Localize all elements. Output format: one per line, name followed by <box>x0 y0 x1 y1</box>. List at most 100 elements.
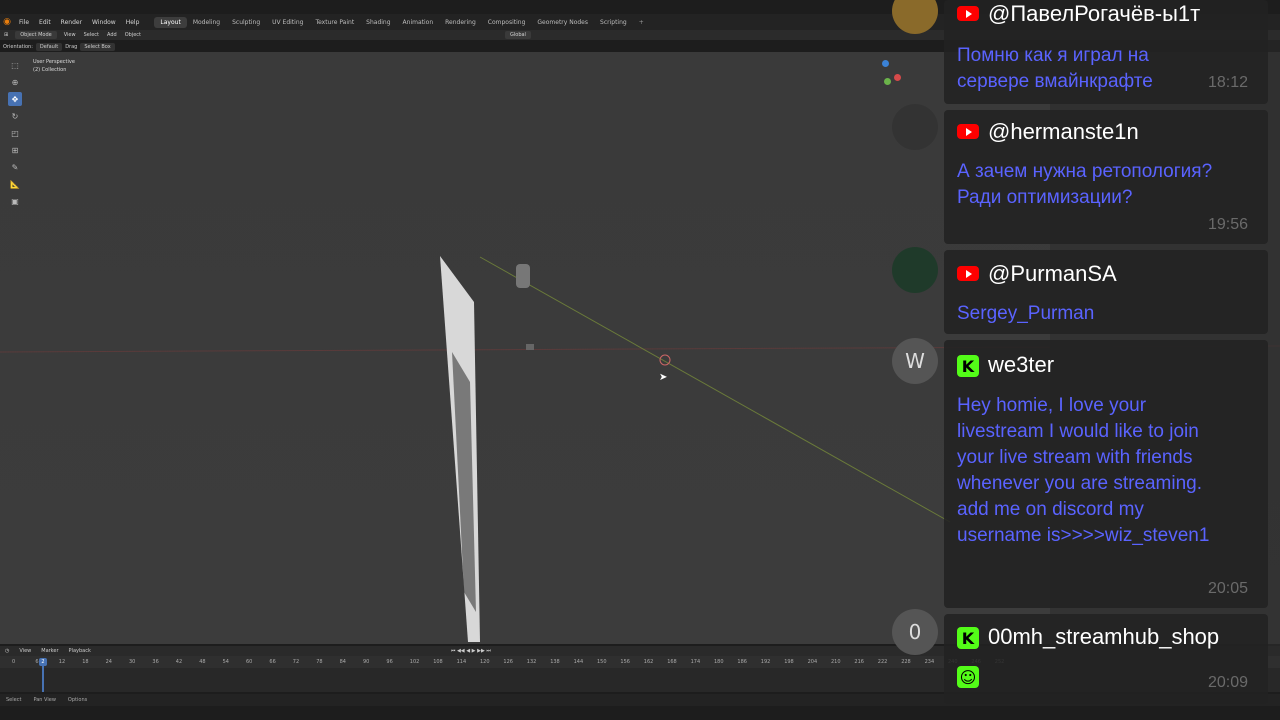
frame-tick-label: 30 <box>129 659 136 665</box>
frame-tick-label: 42 <box>175 659 183 665</box>
chat-text: А зачем нужна ретопология? Ради оптимиза… <box>957 161 1213 208</box>
editor-type-icon[interactable]: ⊞ <box>0 32 12 38</box>
frame-tick-label: 216 <box>854 659 864 665</box>
frame-tick-label: 0 <box>12 659 16 665</box>
emote-icon: ☺ <box>957 666 979 688</box>
menu-add[interactable]: Add <box>103 32 121 38</box>
add-cube-icon[interactable]: ▣ <box>8 194 22 208</box>
avatar <box>892 247 938 293</box>
timeline-marker-menu[interactable]: Marker <box>36 648 63 654</box>
camera-object <box>516 264 530 288</box>
frame-tick-label: 90 <box>363 659 370 665</box>
chat-time: 18:12 <box>1208 74 1249 91</box>
frame-tick-label: 120 <box>480 659 490 665</box>
tab-animation[interactable]: Animation <box>397 17 440 28</box>
move-tool-icon[interactable]: ✥ <box>8 92 22 106</box>
status-pan: Pan View <box>33 697 56 703</box>
current-frame-indicator[interactable]: 2 <box>39 658 47 666</box>
tab-shading[interactable]: Shading <box>360 17 396 28</box>
frame-tick-label: 156 <box>620 659 630 665</box>
frame-tick-label: 180 <box>714 659 724 665</box>
drag-label: Drag <box>65 44 78 50</box>
frame-tick-label: 234 <box>924 659 935 665</box>
tool-settings-bar: Orientation: Default Drag Select Box <box>0 42 420 52</box>
frame-tick-label: 66 <box>269 659 276 665</box>
timeline-view-menu[interactable]: View <box>14 648 36 654</box>
cursor-tool-icon[interactable]: ⊕ <box>8 75 22 89</box>
tab-compositing[interactable]: Compositing <box>482 17 532 28</box>
blender-logo-icon[interactable]: ◉ <box>0 15 14 29</box>
transform-tool-icon[interactable]: ⊞ <box>8 143 22 157</box>
frame-tick-label: 54 <box>222 659 229 665</box>
rotate-tool-icon[interactable]: ↻ <box>8 109 22 123</box>
youtube-icon <box>957 266 979 281</box>
frame-tick-label: 198 <box>784 659 794 665</box>
frame-tick-label: 78 <box>316 659 323 665</box>
timeline-editor-icon[interactable]: ◷ <box>0 648 14 654</box>
tab-geometry-nodes[interactable]: Geometry Nodes <box>531 17 594 28</box>
frame-tick-label: 96 <box>386 659 393 665</box>
scale-tool-icon[interactable]: ◰ <box>8 126 22 140</box>
playback-controls[interactable]: ⏮ ◀◀ ◀ ▶ ▶▶ ⏭ <box>446 648 496 654</box>
frame-tick-label: 210 <box>831 659 841 665</box>
light-object <box>526 344 534 350</box>
tab-modeling[interactable]: Modeling <box>187 17 226 28</box>
status-select: Select <box>6 697 22 703</box>
frame-tick-label: 204 <box>807 659 818 665</box>
z-axis-icon[interactable] <box>882 60 889 67</box>
frame-tick-label: 162 <box>643 659 654 665</box>
x-axis-icon[interactable] <box>894 74 901 81</box>
avatar <box>892 104 938 150</box>
menu-view[interactable]: View <box>60 32 80 38</box>
3d-cursor <box>659 354 671 366</box>
frame-tick-label: 12 <box>58 659 66 665</box>
menu-window[interactable]: Window <box>87 19 121 26</box>
frame-tick-label: 48 <box>199 659 206 665</box>
frame-tick-label: 18 <box>82 659 89 665</box>
tab-sculpting[interactable]: Sculpting <box>226 17 266 28</box>
select-box-icon[interactable]: ⬚ <box>8 58 22 72</box>
frame-tick-label: 138 <box>550 659 560 665</box>
y-axis-icon[interactable] <box>884 78 891 85</box>
timeline-playback-menu[interactable]: Playback <box>64 648 96 654</box>
chat-username: we3ter <box>988 352 1055 377</box>
orientation-label: Orientation: <box>3 44 33 50</box>
tab-texture-paint[interactable]: Texture Paint <box>309 17 360 28</box>
kick-icon: K <box>957 355 979 377</box>
orientation-dropdown[interactable]: Default <box>35 43 63 51</box>
frame-tick-label: 168 <box>667 659 677 665</box>
menu-file[interactable]: File <box>14 19 34 26</box>
annotate-tool-icon[interactable]: ✎ <box>8 160 22 174</box>
playhead-line <box>42 666 44 692</box>
frame-tick-label: 24 <box>105 659 112 665</box>
measure-tool-icon[interactable]: 📐 <box>8 177 22 191</box>
tab-uv-editing[interactable]: UV Editing <box>266 17 309 28</box>
menu-edit[interactable]: Edit <box>34 19 56 26</box>
menu-render[interactable]: Render <box>56 19 87 26</box>
mode-dropdown[interactable]: Object Mode <box>15 31 57 39</box>
frame-tick-label: 192 <box>760 659 771 665</box>
menu-select[interactable]: Select <box>80 32 103 38</box>
tab-scripting[interactable]: Scripting <box>594 17 633 28</box>
menu-object[interactable]: Object <box>121 32 145 38</box>
frame-tick-label: 60 <box>246 659 253 665</box>
tab-rendering[interactable]: Rendering <box>439 17 482 28</box>
frame-tick-label: 36 <box>152 659 159 665</box>
frame-tick-label: 102 <box>409 659 420 665</box>
frame-tick-label: 222 <box>877 659 888 665</box>
frame-tick-label: 126 <box>503 659 513 665</box>
frame-tick-label: 144 <box>573 659 584 665</box>
chat-text: Помню как я играл на сервере вмайнкрафте <box>957 45 1153 92</box>
kick-icon: K <box>957 627 979 649</box>
drag-dropdown[interactable]: Select Box <box>80 43 115 51</box>
frame-tick-label: 132 <box>526 659 537 665</box>
chat-time: 20:05 <box>1208 580 1249 597</box>
perspective-label: User Perspective <box>33 59 75 65</box>
tab-layout[interactable]: Layout <box>154 16 187 28</box>
add-workspace-button[interactable]: + <box>633 17 650 28</box>
navigation-gizmo[interactable] <box>878 60 908 100</box>
menu-help[interactable]: Help <box>121 19 145 26</box>
y-axis-line <box>479 256 951 523</box>
transform-orientation-dropdown[interactable]: Global <box>505 31 531 39</box>
avatar: 0 <box>892 609 938 655</box>
